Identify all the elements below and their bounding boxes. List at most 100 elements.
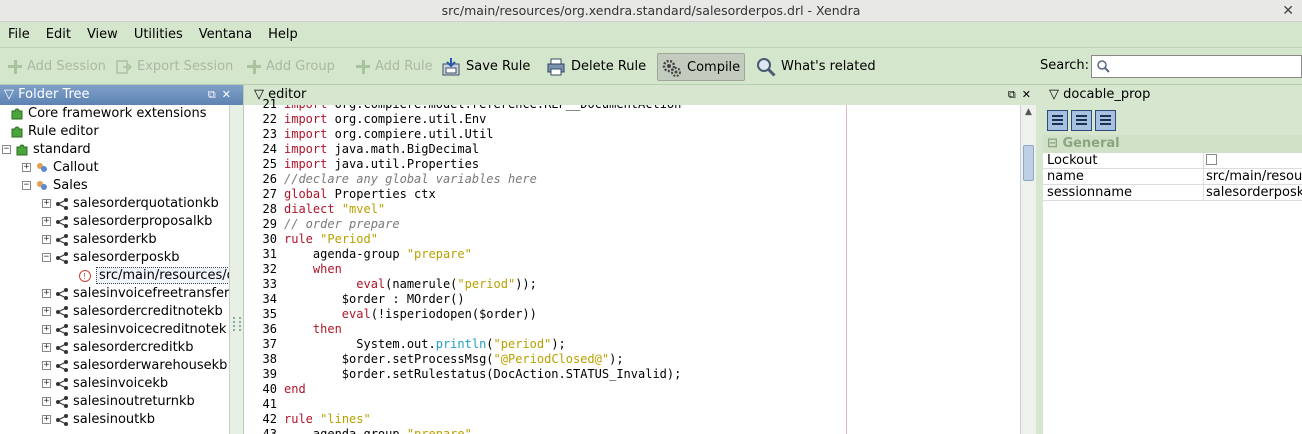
share-icon (55, 413, 69, 427)
menu-view[interactable]: View (79, 22, 126, 48)
tree-item[interactable]: + salesinvoicekb (42, 375, 168, 393)
expand-icon[interactable]: + (42, 361, 51, 370)
minus-icon[interactable]: ⊟ (1047, 136, 1058, 151)
properties-title: docable_prop (1063, 87, 1151, 102)
line-number: 34 (262, 292, 277, 306)
tree-item[interactable]: + salesorderkb (42, 231, 157, 249)
line-number: 40 (262, 382, 277, 396)
property-value[interactable]: salesorderposkb (1203, 185, 1302, 201)
expand-icon[interactable]: + (42, 325, 51, 334)
line-number: 33 (262, 277, 277, 291)
line-number: 39 (262, 367, 277, 381)
tree-item-selected[interactable]: ! src/main/resources/o (78, 267, 229, 285)
restore-icon[interactable]: ⧉ (1008, 88, 1022, 101)
tree-item[interactable]: + Callout (22, 159, 99, 177)
code-line: import org.compiere.util.Env (284, 112, 487, 126)
tree-item-label: salesordercreditkb (73, 340, 194, 355)
magnifier-icon (757, 57, 776, 77)
tree-item-label: standard (33, 142, 91, 157)
restore-icon[interactable]: ⧉ (208, 88, 222, 101)
property-row[interactable]: sessionname salesorderposkb (1043, 185, 1302, 201)
tree-item[interactable]: Rule editor (10, 123, 99, 141)
compile-button[interactable]: Compile (657, 53, 746, 81)
share-icon (55, 395, 69, 409)
close-panel-icon[interactable]: ✕ (222, 88, 237, 101)
tree-item[interactable]: + salesordercreditnotekb (42, 303, 223, 321)
tree-item-label: salesinvoicekb (73, 376, 169, 391)
sort-alpha-icon[interactable] (1047, 110, 1068, 131)
tree-item[interactable]: + salesorderproposalkb (42, 213, 212, 231)
rule-file-icon: ! (78, 269, 92, 283)
expand-icon[interactable]: + (42, 379, 51, 388)
add-rule-button[interactable]: Add Rule (356, 53, 433, 81)
close-icon[interactable]: ✕ (1282, 0, 1294, 22)
line-number: 28 (262, 202, 277, 216)
menu-ventana[interactable]: Ventana (191, 22, 260, 48)
expand-icon[interactable]: + (42, 217, 51, 226)
expand-icon[interactable]: + (42, 307, 51, 316)
expand-icon[interactable]: + (42, 397, 51, 406)
add-group-label: Add Group (266, 59, 335, 74)
gears-icon (662, 59, 681, 77)
tree-item[interactable]: + salesinvoicefreetransfer (42, 285, 229, 303)
tree-splitter[interactable] (229, 105, 243, 434)
save-rule-button[interactable]: Save Rule (441, 53, 530, 81)
line-number: 38 (262, 352, 277, 366)
export-session-button[interactable]: Export Session (116, 53, 233, 81)
tree-item[interactable]: + salesinoutkb (42, 411, 155, 429)
expand-icon[interactable]: + (42, 199, 51, 208)
expand-icon[interactable]: + (42, 235, 51, 244)
property-row[interactable]: name src/main/resources/org (1043, 169, 1302, 185)
expand-icon[interactable]: + (22, 163, 31, 172)
property-row[interactable]: Lockout (1043, 153, 1302, 169)
add-session-button[interactable]: Add Session (8, 53, 106, 81)
expand-icon[interactable]: + (42, 289, 51, 298)
tree-item[interactable]: − Sales (22, 177, 88, 195)
add-rule-label: Add Rule (375, 59, 433, 74)
expand-icon[interactable]: + (42, 343, 51, 352)
tree-item[interactable]: − standard (2, 141, 91, 159)
tree-item[interactable]: + salesorderquotationkb (42, 195, 219, 213)
whats-related-button[interactable]: What's related (756, 53, 876, 81)
editor-scrollbar[interactable]: ▲ (1020, 105, 1036, 434)
scroll-up-icon[interactable]: ▲ (1021, 105, 1036, 120)
splitter-grip-icon[interactable] (233, 317, 241, 331)
collapse-icon[interactable]: − (42, 253, 51, 262)
search-input[interactable] (1091, 55, 1302, 78)
lockout-checkbox[interactable] (1206, 154, 1217, 165)
collapse-triangle-icon[interactable]: ▽ (1049, 87, 1059, 102)
scrollbar-thumb[interactable] (1023, 145, 1034, 181)
panel-divider[interactable] (1036, 85, 1043, 434)
property-group-label: General (1062, 136, 1120, 151)
collapse-icon[interactable]: − (22, 181, 31, 190)
code-editor[interactable]: import org.compiere.model.reference.REF_… (281, 105, 1020, 434)
categorized-icon[interactable] (1071, 110, 1092, 131)
code-line: $order.setProcessMsg("@PeriodClosed@"); (284, 352, 624, 366)
delete-rule-button[interactable]: Delete Rule (546, 53, 646, 81)
collapse-icon[interactable]: − (2, 145, 11, 154)
code-line: rule "Period" (284, 232, 378, 246)
description-icon[interactable] (1095, 110, 1116, 131)
code-line: $order : MOrder() (284, 292, 465, 306)
code-line: end (284, 382, 306, 396)
tree-item[interactable]: Core framework extensions (10, 105, 207, 123)
property-value[interactable] (1203, 153, 1302, 169)
tree-item-label: src/main/resources/o (96, 267, 229, 284)
tree-item[interactable]: + salesinvoicecreditnotek (42, 321, 226, 339)
property-value[interactable]: src/main/resources/org (1203, 169, 1302, 185)
tree-item[interactable]: − salesorderposkb (42, 249, 180, 267)
share-icon (55, 197, 69, 211)
tree-item[interactable]: + salesordercreditkb (42, 339, 193, 357)
property-group[interactable]: ⊟ General (1043, 135, 1302, 153)
collapse-triangle-icon[interactable]: ▽ (4, 87, 14, 102)
tree-item[interactable]: + salesinoutreturnkb (42, 393, 195, 411)
line-number: 24 (262, 142, 277, 156)
expand-icon[interactable]: + (42, 415, 51, 424)
close-panel-icon[interactable]: ✕ (1022, 88, 1037, 101)
menu-edit[interactable]: Edit (38, 22, 79, 48)
menu-help[interactable]: Help (260, 22, 306, 48)
menu-file[interactable]: File (0, 22, 38, 48)
menu-utilities[interactable]: Utilities (126, 22, 191, 48)
add-group-button[interactable]: Add Group (247, 53, 335, 81)
tree-item[interactable]: + salesorderwarehousekb (42, 357, 227, 375)
